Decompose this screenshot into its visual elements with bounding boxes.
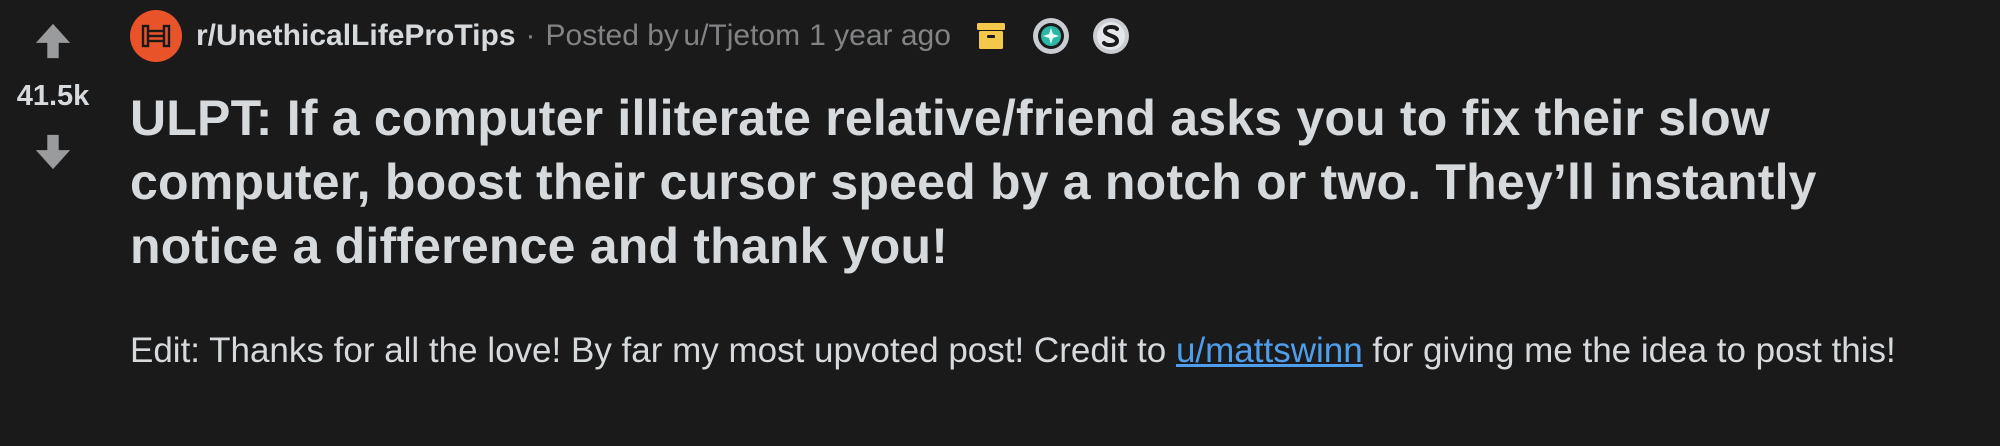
mentioned-user-link[interactable]: u/mattswinn: [1176, 331, 1363, 370]
subreddit-link[interactable]: r/UnethicalLifeProTips: [196, 19, 516, 53]
author-link[interactable]: u/Tjetom: [683, 19, 800, 53]
awards-row: [971, 16, 1131, 56]
vote-score: 41.5k: [16, 80, 90, 112]
award-badge-icon[interactable]: [1031, 16, 1071, 56]
vote-column: 41.5k: [0, 0, 106, 446]
post-meta: r/UnethicalLifeProTips · Posted by u/Tje…: [130, 10, 1131, 62]
post-body-text-end: for giving me the idea to post this!: [1362, 331, 1896, 370]
arrow-down-icon[interactable]: [34, 133, 72, 171]
archive-icon: [971, 16, 1011, 56]
post-time[interactable]: 1 year ago: [809, 19, 951, 53]
post-body: Edit: Thanks for all the love! By far my…: [130, 322, 1960, 379]
silver-award-icon[interactable]: [1091, 16, 1131, 56]
post-title[interactable]: ULPT: If a computer illiterate relative/…: [130, 86, 1960, 278]
post-body-text-start: Edit: Thanks for all the love! By far my…: [130, 331, 1176, 370]
posted-by-label: Posted by: [545, 19, 679, 52]
subreddit-icon[interactable]: [130, 10, 182, 62]
arrow-up-icon[interactable]: [34, 22, 72, 60]
meta-separator: ·: [525, 19, 536, 52]
post-card: 41.5k r/UnethicalLifeProTips · Posted by…: [0, 0, 2000, 446]
